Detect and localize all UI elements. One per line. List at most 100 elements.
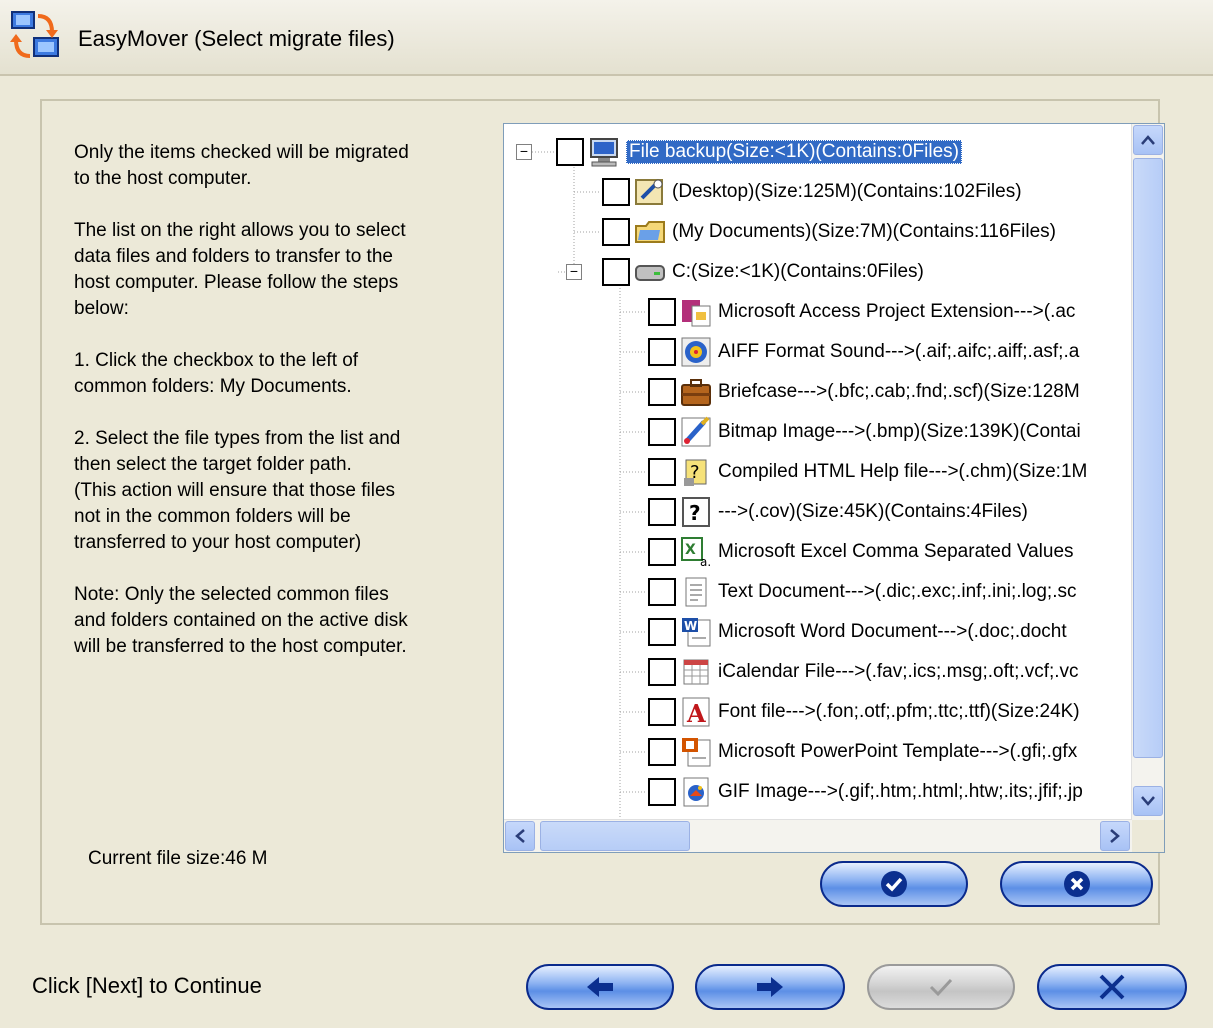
tree-node-label: Compiled HTML Help file--->(.chm)(Size:1… (718, 461, 1088, 482)
checkbox-file-type[interactable] (648, 578, 676, 606)
vertical-scroll-thumb[interactable] (1133, 158, 1163, 758)
exit-button[interactable] (1037, 964, 1187, 1010)
checkbox-file-type[interactable] (648, 778, 676, 806)
checkbox-file-type[interactable] (648, 698, 676, 726)
horizontal-scrollbar[interactable] (504, 819, 1132, 852)
svg-text:A: A (686, 699, 706, 728)
checkbox-file-type[interactable] (648, 738, 676, 766)
help-file-icon: ? (680, 456, 712, 488)
checkbox-root[interactable] (556, 138, 584, 166)
scrollbar-corner (1132, 820, 1164, 852)
tree-node-label: --->(.cov)(Size:45K)(Contains:4Files) (718, 501, 1028, 522)
folder-icon (634, 216, 666, 248)
checkmark-icon (929, 978, 953, 997)
close-circle-icon (1063, 871, 1090, 897)
checkbox-file-type[interactable] (648, 458, 676, 486)
instruction-paragraph: 2. Select the file types from the list a… (74, 428, 401, 553)
tree-node-file-type[interactable]: Microsoft PowerPoint Template--->(.gfi;.… (648, 734, 1077, 770)
collapse-root-toggle[interactable]: − (516, 144, 532, 160)
svg-text:X: X (685, 542, 696, 558)
tree-node-label: (My Documents)(Size:7M)(Contains:116File… (672, 221, 1056, 242)
title-bar: EasyMover (Select migrate files) (0, 0, 1213, 76)
checkbox-file-type[interactable] (648, 338, 676, 366)
checkbox-desktop[interactable] (602, 178, 630, 206)
tree-node-label: Briefcase--->(.bfc;.cab;.fnd;.scf)(Size:… (718, 381, 1080, 402)
back-button[interactable] (526, 964, 674, 1010)
tree-node-file-type[interactable]: Text Document--->(.dic;.exc;.inf;.ini;.l… (648, 574, 1076, 610)
collapse-drive-toggle[interactable]: − (566, 264, 582, 280)
file-tree[interactable]: − File backup(Size:<1K)(Contains:0Files)… (503, 123, 1165, 853)
ok-button[interactable] (820, 861, 968, 907)
scroll-up-button[interactable] (1133, 125, 1163, 155)
checkbox-file-type[interactable] (648, 538, 676, 566)
checkbox-file-type[interactable] (648, 498, 676, 526)
svg-text:a.: a. (700, 555, 711, 568)
instruction-paragraph: Note: Only the selected common files and… (74, 584, 408, 657)
tree-node-file-type[interactable]: Briefcase--->(.bfc;.cab;.fnd;.scf)(Size:… (648, 374, 1080, 410)
scroll-left-button[interactable] (505, 821, 535, 851)
tree-node-label: Bitmap Image--->(.bmp)(Size:139K)(Contai (718, 421, 1081, 442)
horizontal-scroll-thumb[interactable] (540, 821, 690, 851)
gif-image-icon (680, 776, 712, 808)
tree-node-label: iCalendar File--->(.fav;.ics;.msg;.oft;.… (718, 661, 1079, 682)
desktop-icon (634, 176, 666, 208)
chevron-down-icon (1141, 796, 1155, 806)
tree-node-label: Microsoft PowerPoint Template--->(.gfi;.… (718, 741, 1078, 762)
briefcase-icon (680, 376, 712, 408)
next-button[interactable] (695, 964, 845, 1010)
arrow-left-icon (587, 977, 613, 997)
tree-node-label: Microsoft Word Document--->(.doc;.docht (718, 621, 1067, 642)
word-document-icon: W (680, 616, 712, 648)
network-computers-icon (10, 11, 59, 58)
status-text: Click [Next] to Continue (32, 973, 262, 998)
tree-node-label: (Desktop)(Size:125M)(Contains:102Files) (672, 181, 1022, 202)
tree-node-file-type[interactable]: Xa. Microsoft Excel Comma Separated Valu… (648, 534, 1074, 570)
checkbox-drive-c[interactable] (602, 258, 630, 286)
chevron-left-icon (515, 829, 525, 843)
checkbox-file-type[interactable] (648, 418, 676, 446)
tree-node-file-type[interactable]: ? --->(.cov)(Size:45K)(Contains:4Files) (648, 494, 1028, 530)
tree-node-file-type[interactable]: Microsoft Access Project Extension--->(.… (648, 294, 1075, 330)
font-file-icon: A (680, 696, 712, 728)
tree-node-root[interactable]: File backup(Size:<1K)(Contains:0Files) (556, 134, 962, 170)
tree-node-label: Microsoft Excel Comma Separated Values (718, 541, 1074, 562)
tree-node-label: Text Document--->(.dic;.exc;.inf;.ini;.l… (718, 581, 1077, 602)
tree-node-label: GIF Image--->(.gif;.htm;.html;.htw;.its;… (718, 781, 1083, 802)
computer-icon (588, 136, 620, 168)
tree-node-file-type[interactable]: W Microsoft Word Document--->(.doc;.doch… (648, 614, 1067, 650)
tree-node-my-documents[interactable]: (My Documents)(Size:7M)(Contains:116File… (602, 214, 1056, 250)
checkbox-my-documents[interactable] (602, 218, 630, 246)
checkbox-file-type[interactable] (648, 618, 676, 646)
bitmap-icon (680, 416, 712, 448)
chevron-up-icon (1141, 135, 1155, 145)
instruction-paragraph: 1. Click the checkbox to the left of com… (74, 350, 359, 397)
tree-node-file-type[interactable]: Bitmap Image--->(.bmp)(Size:139K)(Contai (648, 414, 1081, 450)
checkmark-icon (881, 871, 907, 897)
checkbox-file-type[interactable] (648, 378, 676, 406)
tree-node-file-type[interactable]: ? Compiled HTML Help file--->(.chm)(Size… (648, 454, 1087, 490)
text-document-icon (680, 576, 712, 608)
scroll-down-button[interactable] (1133, 786, 1163, 816)
cancel-selection-button[interactable] (1000, 861, 1153, 907)
instructions: Only the items checked will be migrated … (74, 140, 474, 686)
drive-icon (634, 256, 666, 288)
chevron-right-icon (1110, 829, 1120, 843)
vertical-scrollbar[interactable] (1131, 124, 1164, 821)
tree-node-desktop[interactable]: (Desktop)(Size:125M)(Contains:102Files) (602, 174, 1022, 210)
instruction-paragraph: Only the items checked will be migrated … (74, 142, 409, 189)
tree-node-file-type[interactable]: AIFF Format Sound--->(.aif;.aifc;.aiff;.… (648, 334, 1079, 370)
arrow-right-icon (757, 977, 783, 997)
instruction-paragraph: The list on the right allows you to sele… (74, 220, 406, 319)
scroll-right-button[interactable] (1100, 821, 1130, 851)
tree-node-file-type[interactable]: A Font file--->(.fon;.otf;.pfm;.ttc;.ttf… (648, 694, 1080, 730)
tree-node-file-type[interactable]: GIF Image--->(.gif;.htm;.html;.htw;.its;… (648, 774, 1083, 810)
window-title: EasyMover (Select migrate files) (78, 26, 395, 51)
tree-node-label: Font file--->(.fon;.otf;.pfm;.ttc;.ttf)(… (718, 701, 1080, 722)
calendar-file-icon (680, 656, 712, 688)
tree-node-drive-c[interactable]: C:(Size:<1K)(Contains:0Files) (602, 254, 924, 290)
current-file-size: Current file size:46 M (88, 848, 268, 869)
tree-node-file-type[interactable]: iCalendar File--->(.fav;.ics;.msg;.oft;.… (648, 654, 1079, 690)
checkbox-file-type[interactable] (648, 298, 676, 326)
checkbox-file-type[interactable] (648, 658, 676, 686)
finish-button[interactable] (867, 964, 1015, 1010)
